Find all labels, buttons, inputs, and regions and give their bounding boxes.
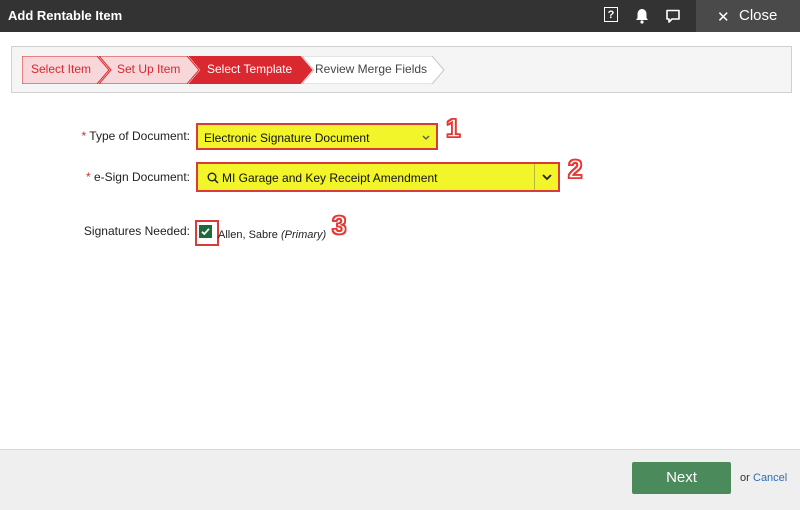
chevron-down-icon[interactable] <box>542 174 552 181</box>
esign-document-label: * e-Sign Document: <box>60 170 190 184</box>
or-text: or <box>740 472 750 484</box>
next-button[interactable]: Next <box>632 462 731 494</box>
select-divider <box>534 164 535 190</box>
type-of-document-label-text: Type of Document: <box>89 129 190 143</box>
esign-document-value: MI Garage and Key Receipt Amendment <box>222 171 438 185</box>
help-icon[interactable]: ? <box>604 7 618 22</box>
annotation-3: 3 <box>331 209 347 241</box>
bell-icon[interactable] <box>633 7 651 25</box>
close-button[interactable]: ✕ Close <box>696 0 800 32</box>
wizard-step-label: Select Item <box>31 62 92 76</box>
wizard-step-label: Select Template <box>207 62 293 76</box>
type-of-document-label: * Type of Document: <box>60 129 190 143</box>
close-label: Close <box>739 7 778 24</box>
annotation-2: 2 <box>567 153 583 185</box>
signatures-needed-label: Signatures Needed: <box>83 224 190 238</box>
close-icon: ✕ <box>717 9 730 26</box>
window-title: Add Rentable Item <box>8 8 123 23</box>
signer-name: Allen, Sabre <box>218 229 278 241</box>
esign-document-label-text: e-Sign Document: <box>93 170 190 184</box>
chevron-down-icon <box>422 135 430 140</box>
annotation-1: 1 <box>445 112 461 144</box>
wizard-step-label: Set Up Item <box>117 62 181 76</box>
chat-icon[interactable] <box>664 7 682 25</box>
type-of-document-value: Electronic Signature Document <box>204 131 370 145</box>
esign-document-select[interactable]: MI Garage and Key Receipt Amendment <box>196 162 560 192</box>
wizard-step-label: Review Merge Fields <box>315 62 428 76</box>
wizard-bar: Select Item Set Up Item Select Template … <box>11 46 792 93</box>
signature-checkbox[interactable] <box>199 225 212 238</box>
signer-role: (Primary) <box>281 229 327 241</box>
signer: Allen, Sabre (Primary) <box>218 229 326 241</box>
required-mark: * <box>81 129 87 143</box>
title-bar: Add Rentable Item ? ✕ Close <box>0 0 800 32</box>
required-mark: * <box>85 170 91 184</box>
type-of-document-select[interactable]: Electronic Signature Document <box>196 123 438 150</box>
cancel-link[interactable]: Cancel <box>753 472 787 484</box>
search-icon <box>207 172 219 184</box>
